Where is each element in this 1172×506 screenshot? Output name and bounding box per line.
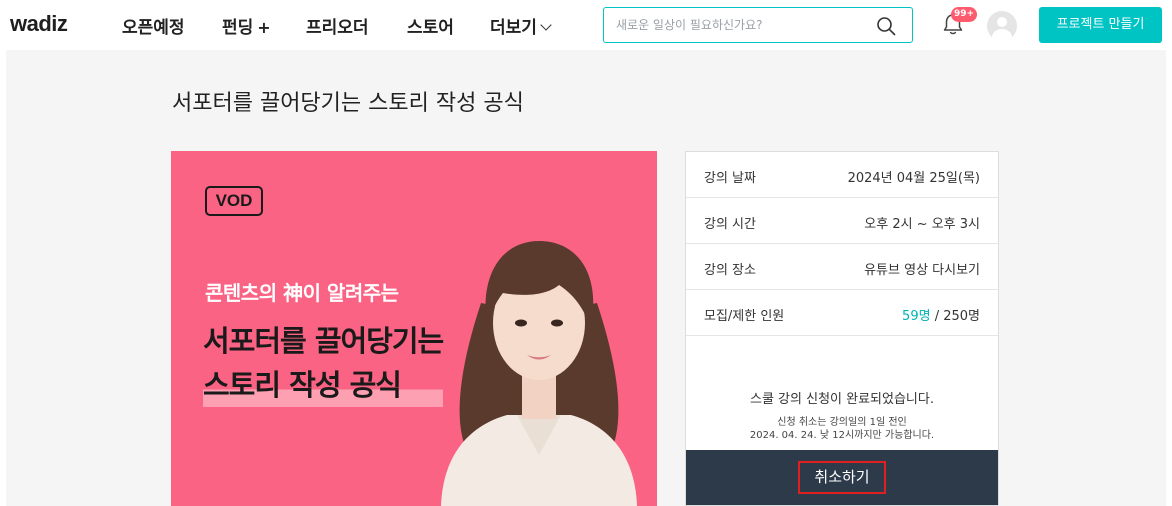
info-value: 오후 2시 ~ 오후 3시 (864, 217, 980, 232)
info-row-place: 강의 장소 유튜브 영상 다시보기 (686, 244, 998, 290)
avatar-body (992, 29, 1012, 41)
banner-headline-line1: 서포터를 끌어당기는 (203, 324, 444, 358)
notice-main: 스쿨 강의 신청이 완료되었습니다. (750, 392, 934, 407)
info-label: 강의 장소 (704, 263, 756, 278)
cancel-button[interactable]: 취소하기 (798, 461, 886, 494)
banner-headline: 서포터를 끌어당기는 스토리 작성 공식 (203, 319, 444, 407)
notice-sub-line2: 2024. 04. 24. 낮 12시까지만 가능합니다. (749, 430, 935, 441)
vod-tag: VOD (205, 186, 263, 216)
create-project-button[interactable]: 프로젝트 만들기 (1039, 7, 1162, 43)
plus-icon: + (257, 18, 271, 37)
info-row-capacity: 모집/제한 인원 59명 / 250명 (686, 290, 998, 336)
nav-item-funding[interactable]: 펀딩 + (222, 13, 271, 38)
search-icon[interactable] (876, 16, 896, 36)
notice-sub-line1: 신청 취소는 강의일의 1일 전인 (777, 417, 907, 428)
nav-item-upcoming[interactable]: 오픈예정 (122, 13, 185, 38)
current-count: 59명 (902, 309, 931, 324)
page-title: 서포터를 끌어당기는 스토리 작성 공식 (172, 91, 524, 116)
banner-headline-line2: 스토리 작성 공식 (203, 363, 444, 407)
info-label: 강의 날짜 (704, 171, 756, 186)
info-label: 강의 시간 (704, 217, 756, 232)
nav-item-store[interactable]: 스토어 (407, 13, 454, 38)
registration-notice: 스쿨 강의 신청이 완료되었습니다. 신청 취소는 강의일의 1일 전인 202… (686, 388, 998, 442)
nav-label: 프리오더 (306, 18, 369, 38)
info-value: 59명 / 250명 (902, 305, 980, 324)
nav-item-more[interactable]: 더보기 (490, 13, 552, 38)
wadiz-logo[interactable]: wadiz (10, 11, 68, 37)
top-header: wadiz 오픈예정 펀딩+ 프리오더 스토어 더보기 99+ 프로젝트 만들기 (0, 0, 1172, 50)
info-label: 모집/제한 인원 (704, 309, 785, 324)
avatar[interactable] (987, 11, 1017, 41)
nav-label: 더보기 (490, 18, 537, 38)
nav-label: 스토어 (407, 18, 454, 38)
lecture-banner: VOD 콘텐츠의 神이 알려주는 서포터를 끌어당기는 스토리 작성 공식 (171, 151, 657, 506)
nav-item-preorder[interactable]: 프리오더 (306, 13, 369, 38)
instructor-photo (441, 241, 637, 506)
nav-label: 오픈예정 (122, 18, 185, 38)
chevron-down-icon (540, 19, 552, 31)
count-separator: / (930, 309, 944, 324)
nav-label: 펀딩 (222, 18, 254, 38)
info-row-date: 강의 날짜 2024년 04월 25일(목) (686, 152, 998, 198)
banner-subheadline: 콘텐츠의 神이 알려주는 (205, 281, 399, 305)
cancel-bar: 취소하기 (686, 450, 998, 505)
lecture-info-card: 강의 날짜 2024년 04월 25일(목) 강의 시간 오후 2시 ~ 오후 … (685, 151, 999, 506)
info-row-time: 강의 시간 오후 2시 ~ 오후 3시 (686, 198, 998, 244)
limit-count: 250명 (943, 309, 980, 324)
avatar-head (997, 17, 1007, 27)
info-value: 유튜브 영상 다시보기 (864, 263, 980, 278)
main-content: 서포터를 끌어당기는 스토리 작성 공식 VOD 콘텐츠의 神이 알려주는 서포… (6, 50, 1166, 506)
notice-sub: 신청 취소는 강의일의 1일 전인 2024. 04. 24. 낮 12시까지만… (686, 416, 998, 442)
search-box[interactable] (603, 7, 913, 43)
search-input[interactable] (616, 16, 866, 34)
notification-badge: 99+ (951, 7, 978, 22)
info-value: 2024년 04월 25일(목) (847, 171, 980, 186)
